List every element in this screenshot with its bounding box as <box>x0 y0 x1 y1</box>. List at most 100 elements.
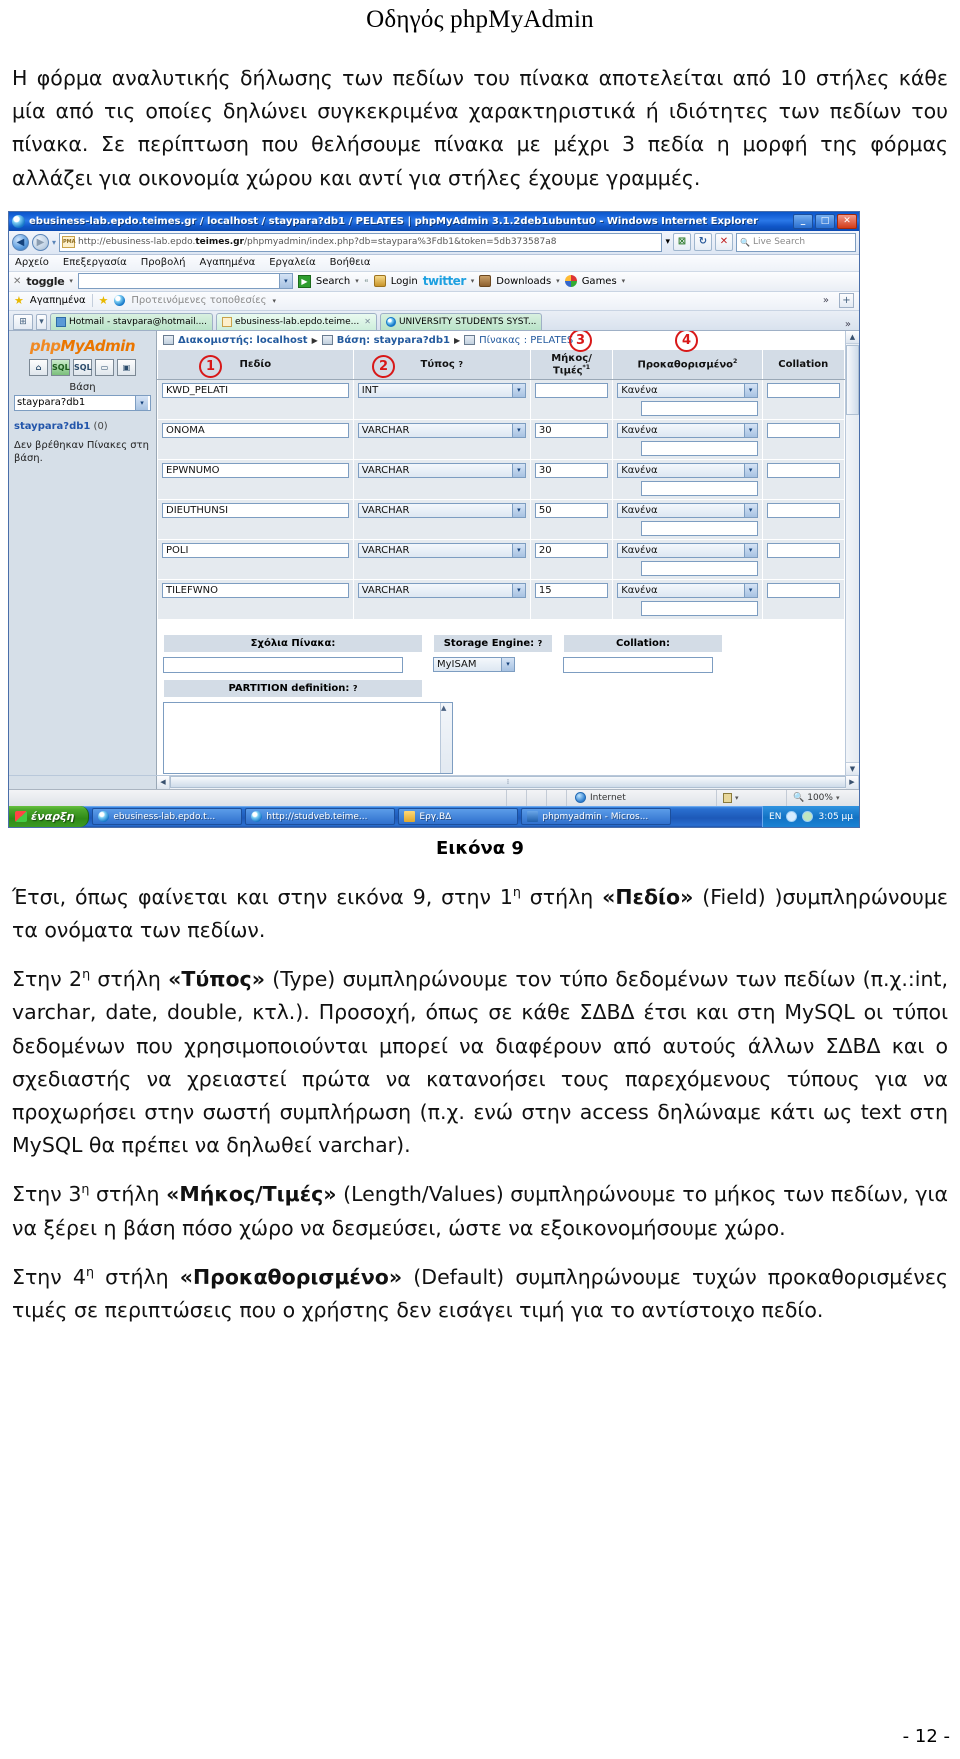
type-help-icon[interactable]: ? <box>458 360 463 369</box>
scroll-thumb[interactable] <box>846 344 859 415</box>
menu-item-tools[interactable]: Εργαλεία <box>269 257 315 268</box>
field-collation-select[interactable] <box>766 543 840 559</box>
field-length-input[interactable]: 30 <box>534 463 609 479</box>
scroll-up-icon[interactable]: ▲ <box>441 704 446 712</box>
twitter-caret-icon[interactable]: ▾ <box>471 277 475 285</box>
chevron-down-icon[interactable]: ▾ <box>511 544 525 558</box>
horizontal-scrollbar[interactable]: ◀ ⁞ ▶ <box>157 775 859 789</box>
chevron-down-icon[interactable]: ▾ <box>743 384 757 398</box>
current-database-name[interactable]: staypara?db1 <box>14 421 90 432</box>
field-collation-select[interactable] <box>766 583 840 599</box>
address-dropdown-icon[interactable]: ▾ <box>665 237 670 247</box>
chevron-down-icon[interactable]: ▾ <box>743 464 757 478</box>
chevron-down-icon[interactable]: ▾ <box>743 504 757 518</box>
sql-export-icon[interactable]: SQL <box>51 358 70 376</box>
login-label[interactable]: Login <box>391 276 418 287</box>
menu-item-view[interactable]: Προβολή <box>141 257 186 268</box>
menu-item-edit[interactable]: Επεξεργασία <box>63 257 127 268</box>
table-comments-input[interactable] <box>163 657 403 674</box>
field-collation-select[interactable] <box>766 423 840 439</box>
maximize-button[interactable]: □ <box>815 213 835 229</box>
menu-item-help[interactable]: Βοήθεια <box>330 257 371 268</box>
zoom-control[interactable]: 🔍 100% ▾ <box>787 793 859 803</box>
tab-hotmail[interactable]: Hotmail - stavpara@hotmail.... <box>50 312 214 330</box>
field-collation-select[interactable] <box>766 463 840 479</box>
tab-list-caret-icon[interactable]: ▾ <box>36 313 47 330</box>
field-name-input[interactable]: ONOMA <box>162 423 349 439</box>
downloads-label[interactable]: Downloads <box>496 276 551 287</box>
downloads-icon[interactable] <box>479 275 492 288</box>
database-select[interactable]: staypara?db1 ▾ <box>14 394 151 411</box>
close-button[interactable]: ✕ <box>837 213 857 229</box>
add-favorite-icon[interactable]: ★ <box>99 294 109 307</box>
tray-icon-1[interactable] <box>786 811 798 823</box>
field-default-select[interactable]: Κανένα ▾ <box>617 503 758 519</box>
minimize-button[interactable]: _ <box>793 213 813 229</box>
tabstrip-overflow-icon[interactable]: » <box>845 319 855 330</box>
field-name-input[interactable]: POLI <box>162 543 349 559</box>
chevron-down-icon[interactable]: ▾ <box>135 395 148 410</box>
suggested-caret-icon[interactable]: ▾ <box>273 297 277 305</box>
forward-button[interactable]: ▶ <box>32 233 49 251</box>
chevron-down-icon[interactable]: ▾ <box>743 584 757 598</box>
zoom-caret-icon[interactable]: ▾ <box>836 794 840 802</box>
field-default-custom-input[interactable] <box>641 481 758 497</box>
search-icon[interactable]: ▣ <box>117 358 136 376</box>
add-favbar-item-button[interactable]: + <box>839 293 854 309</box>
field-type-select[interactable]: VARCHAR ▾ <box>357 543 526 559</box>
field-default-select[interactable]: Κανένα ▾ <box>617 463 758 479</box>
field-type-select[interactable]: VARCHAR ▾ <box>357 503 526 519</box>
breadcrumb-server[interactable]: Διακομιστής: localhost <box>178 335 308 346</box>
taskbar-button-folder[interactable]: Εργ.ΒΔ <box>398 808 519 826</box>
partition-help-icon[interactable]: ? <box>353 684 358 693</box>
field-length-input[interactable]: 20 <box>534 543 609 559</box>
page-vertical-scrollbar[interactable]: ▲ ▼ <box>845 330 859 775</box>
home-icon[interactable]: ⌂ <box>29 358 48 376</box>
tab-close-icon[interactable]: ✕ <box>364 317 371 326</box>
toolbar-close-icon[interactable]: ✕ <box>13 276 21 287</box>
chevron-down-icon[interactable]: ▾ <box>511 504 525 518</box>
scroll-up-icon[interactable]: ▲ <box>846 330 859 344</box>
games-label[interactable]: Games <box>582 276 617 287</box>
field-type-select[interactable]: VARCHAR ▾ <box>357 583 526 599</box>
login-icon[interactable] <box>373 275 386 288</box>
field-length-input[interactable] <box>534 383 609 399</box>
history-caret-icon[interactable]: ▾ <box>52 238 56 247</box>
downloads-caret-icon[interactable]: ▾ <box>556 277 560 285</box>
field-name-input[interactable]: DIEUTHUNSI <box>162 503 349 519</box>
comment-icon[interactable]: ▭ <box>95 358 114 376</box>
field-type-select[interactable]: VARCHAR ▾ <box>357 423 526 439</box>
taskbar-button-word[interactable]: phpmyadmin - Micros... <box>521 808 672 826</box>
address-bar[interactable]: PMA http://ebusiness-lab.epdo.teimes.gr/… <box>59 232 663 252</box>
scroll-right-icon[interactable]: ▶ <box>846 775 859 789</box>
chevron-down-icon[interactable]: ▾ <box>511 424 525 438</box>
tab-university-students[interactable]: UNIVERSITY STUDENTS SYST... <box>379 312 543 330</box>
field-name-input[interactable]: KWD_PELATI <box>162 383 349 399</box>
search-go-icon[interactable]: ▶ <box>297 274 311 288</box>
suggested-sites-label[interactable]: Προτεινόμενες τοποθεσίες <box>131 295 266 306</box>
field-default-custom-input[interactable] <box>641 401 758 417</box>
storage-engine-help-icon[interactable]: ? <box>538 639 543 648</box>
tab-phpmyadmin[interactable]: ebusiness-lab.epdo.teime... ✕ <box>216 312 377 330</box>
breadcrumb-database[interactable]: Βάση: staypara?db1 <box>337 335 450 346</box>
games-icon[interactable] <box>564 275 577 288</box>
field-default-custom-input[interactable] <box>641 441 758 457</box>
field-length-input[interactable]: 30 <box>534 423 609 439</box>
taskbar-button-ebusiness[interactable]: ebusiness-lab.epdo.t... <box>92 808 243 826</box>
field-collation-select[interactable] <box>766 503 840 519</box>
scroll-left-icon[interactable]: ◀ <box>157 775 170 789</box>
sql-icon[interactable]: SQL <box>73 358 92 376</box>
chevron-down-icon[interactable]: ▾ <box>511 464 525 478</box>
scroll-down-icon[interactable]: ▼ <box>846 761 859 775</box>
tray-icon-2[interactable] <box>802 811 814 823</box>
clock[interactable]: 3:05 μμ <box>818 812 853 822</box>
storage-engine-select[interactable]: MyISAM ▾ <box>433 657 515 673</box>
refresh-button[interactable]: ↻ <box>694 233 712 252</box>
field-default-select[interactable]: Κανένα ▾ <box>617 423 758 439</box>
chevron-down-icon[interactable]: ▾ <box>743 544 757 558</box>
field-default-select[interactable]: Κανένα ▾ <box>617 383 758 399</box>
menu-item-favorites[interactable]: Αγαπημένα <box>200 257 256 268</box>
stop-button[interactable]: ✕ <box>715 233 733 252</box>
language-indicator[interactable]: EN <box>769 812 781 822</box>
field-default-custom-input[interactable] <box>641 561 758 577</box>
